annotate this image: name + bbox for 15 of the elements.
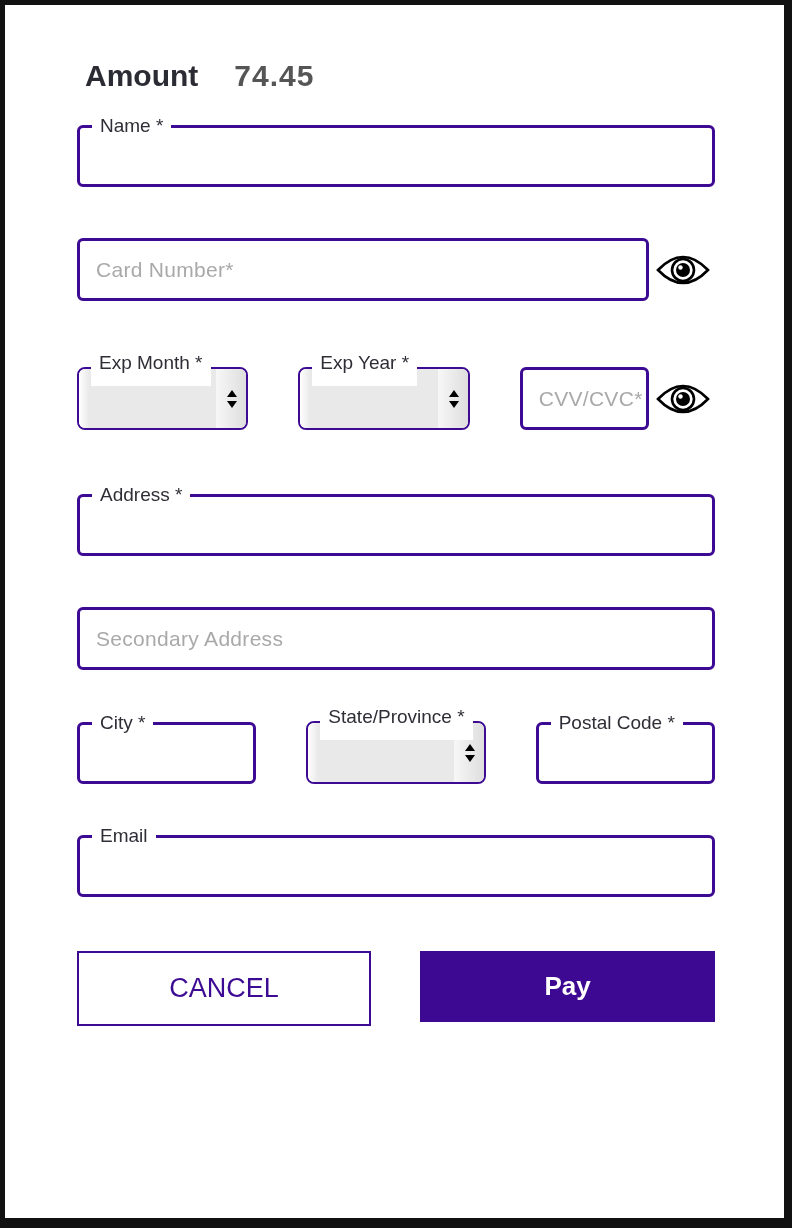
input-field[interactable]: Card Number* (77, 238, 649, 301)
pay-button[interactable]: Pay (420, 951, 715, 1022)
input-field[interactable]: Secondary Address (77, 607, 715, 670)
input-field[interactable]: Email (77, 826, 715, 897)
input-field[interactable]: City * (77, 713, 257, 784)
cancel-button[interactable]: CANCEL (77, 951, 372, 1026)
up-down-arrows-icon (227, 388, 238, 409)
amount-label: Amount (85, 58, 199, 94)
up-down-arrows-icon (464, 742, 475, 763)
input-field[interactable]: CVV/CVC* (519, 367, 649, 430)
input-field[interactable]: Postal Code * (535, 713, 715, 784)
input-field[interactable]: Name * (77, 116, 715, 187)
input-field[interactable]: Address * (77, 485, 715, 556)
amount-value: 74.45 (234, 58, 315, 94)
up-down-arrows-icon (448, 388, 459, 409)
